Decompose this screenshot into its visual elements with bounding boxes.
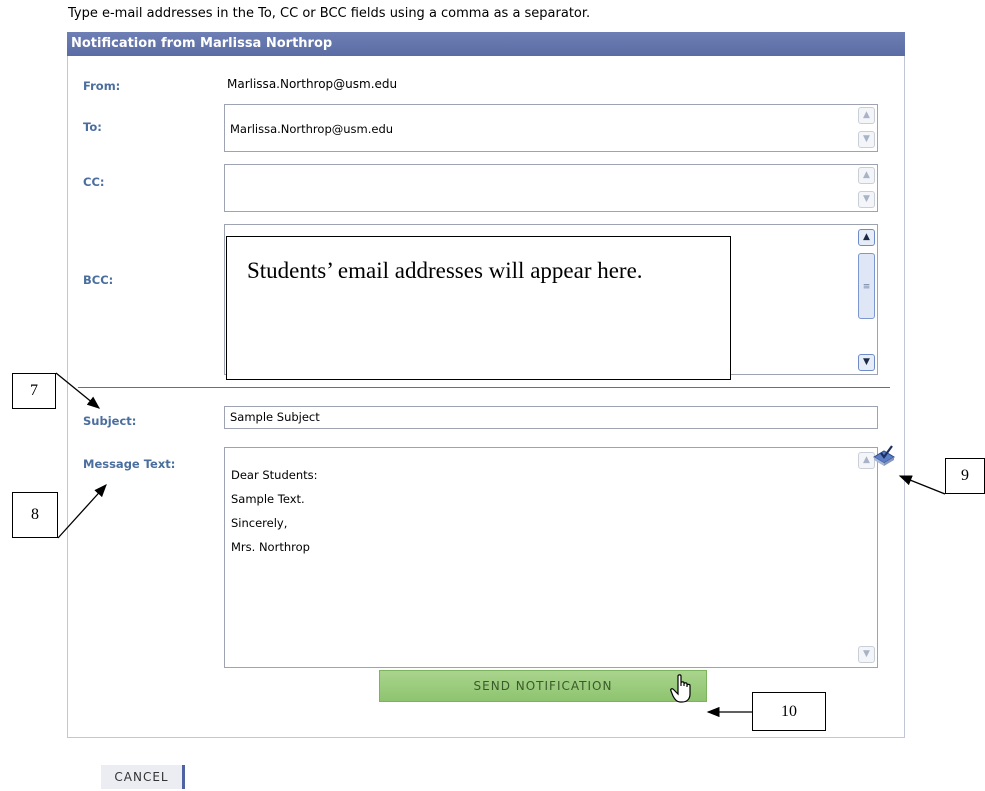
arrow-8: [57, 484, 107, 539]
arrow-7: [55, 372, 101, 409]
callout-arrows: [55, 372, 946, 718]
arrow-9: [898, 475, 946, 495]
